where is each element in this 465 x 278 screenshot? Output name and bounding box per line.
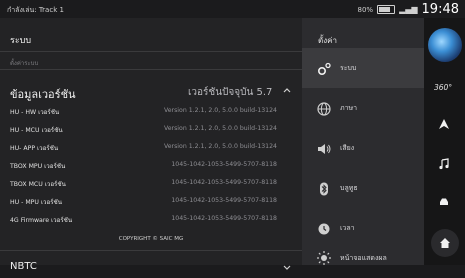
music-note-icon: [439, 158, 449, 170]
version-row: HU - MPU เวอร์ชัน 1045-1042-1053-5499-57…: [0, 194, 302, 209]
gear-icon: [317, 62, 331, 76]
version-row-value: 1045-1042-1053-5499-5707-8118: [171, 197, 277, 204]
version-row-label: 4G Firmware เวอร์ชัน: [10, 217, 73, 224]
version-row-label: HU - MPU เวอร์ชัน: [10, 199, 62, 206]
navigation-button[interactable]: [432, 112, 456, 136]
copyright-text: COPYRIGHT © SAIC MG: [118, 236, 184, 242]
now-playing-text: กำลังเล่น: Track 1: [7, 6, 64, 14]
version-row: 4G Firmware เวอร์ชัน 1045-1042-1053-5499…: [0, 212, 302, 227]
menu-item-language[interactable]: ภาษา: [302, 88, 424, 128]
home-button[interactable]: [431, 229, 459, 257]
version-row-value: Version 1.2.1, 2.0, 5.0.0 build-13124: [163, 125, 277, 132]
bluetooth-icon: [320, 182, 328, 196]
version-row: HU- APP เวอร์ชัน Version 1.2.1, 2.0, 5.0…: [0, 140, 302, 155]
chevron-up-icon[interactable]: [282, 85, 292, 95]
version-row-label: TBOX MCU เวอร์ชัน: [10, 181, 66, 188]
brightness-icon: [317, 251, 331, 265]
section-label: ตั้งค่าระบบ: [10, 60, 39, 67]
clock-icon: [318, 223, 330, 235]
menu-item-display[interactable]: หน้าจอแสดงผล: [302, 238, 424, 278]
clock: 19:48: [421, 2, 459, 17]
menu-item-label: บลูทูธ: [340, 184, 358, 192]
signal-icon: ▂▄▆: [399, 5, 418, 14]
menu-item-bluetooth[interactable]: บลูทูธ: [302, 168, 424, 208]
view-360-button[interactable]: 360°: [432, 76, 458, 100]
system-info-panel: ระบบ ตั้งค่าระบบ ข้อมูลเวอร์ชัน เวอร์ชัน…: [0, 18, 302, 272]
voice-assistant-orb[interactable]: [428, 28, 462, 62]
speaker-icon: [318, 144, 331, 154]
menu-item-sound[interactable]: เสียง: [302, 128, 424, 168]
battery-percent: 80%: [357, 5, 374, 14]
current-version: เวอร์ชันปัจจุบัน 5.7: [188, 87, 273, 98]
settings-title: ตั้งค่า: [318, 36, 337, 45]
music-button[interactable]: [432, 152, 456, 176]
status-bar: กำลังเล่น: Track 1 80% ▂▄▆ 19:48: [0, 0, 465, 18]
navigation-arrow-icon: [439, 119, 449, 129]
chevron-down-icon[interactable]: [282, 262, 292, 272]
menu-item-system[interactable]: ระบบ: [302, 48, 424, 88]
quick-access-rail: 360°: [424, 18, 465, 265]
version-row: HU - MCU เวอร์ชัน Version 1.2.1, 2.0, 5.…: [0, 122, 302, 137]
view-360-label: 360°: [434, 83, 453, 92]
version-info-header[interactable]: ข้อมูลเวอร์ชัน: [10, 85, 76, 103]
divider: [0, 51, 302, 52]
car-settings-button[interactable]: [432, 190, 456, 214]
menu-item-label: ภาษา: [340, 104, 358, 112]
version-row: TBOX MCU เวอร์ชัน 1045-1042-1053-5499-57…: [0, 176, 302, 191]
version-row: TBOX MPU เวอร์ชัน 1045-1042-1053-5499-57…: [0, 158, 302, 173]
version-row-label: HU- APP เวอร์ชัน: [10, 145, 59, 152]
version-row-value: 1045-1042-1053-5499-5707-8118: [171, 179, 277, 186]
version-row-label: HU - HW เวอร์ชัน: [10, 109, 60, 116]
version-row-label: HU - MCU เวอร์ชัน: [10, 127, 63, 134]
version-row: HU - HW เวอร์ชัน Version 1.2.1, 2.0, 5.0…: [0, 104, 302, 119]
car-icon: [440, 198, 448, 205]
status-indicators: 80% ▂▄▆ 19:48: [358, 2, 460, 17]
version-row-value: 1045-1042-1053-5499-5707-8118: [171, 161, 277, 168]
page-title: ระบบ: [10, 36, 32, 46]
settings-menu: ตั้งค่า ระบบ ภาษา เสียง บลูทูธ เวลา หน้า…: [302, 18, 424, 265]
version-row-value: 1045-1042-1053-5499-5707-8118: [171, 215, 277, 222]
menu-item-label: หน้าจอแสดงผล: [340, 254, 387, 262]
menu-item-label: เวลา: [340, 224, 355, 232]
battery-icon: [377, 5, 396, 14]
divider: [0, 250, 302, 251]
version-row-value: Version 1.2.1, 2.0, 5.0.0 build-13124: [163, 107, 277, 114]
version-row-label: TBOX MPU เวอร์ชัน: [10, 163, 66, 170]
menu-item-label: ระบบ: [340, 64, 357, 72]
version-row-value: Version 1.2.1, 2.0, 5.0.0 build-13124: [163, 143, 277, 150]
globe-icon: [317, 102, 331, 116]
home-icon: [440, 238, 450, 248]
menu-item-label: เสียง: [340, 144, 355, 152]
nbtc-item[interactable]: NBTC: [10, 261, 37, 272]
divider: [0, 69, 302, 70]
